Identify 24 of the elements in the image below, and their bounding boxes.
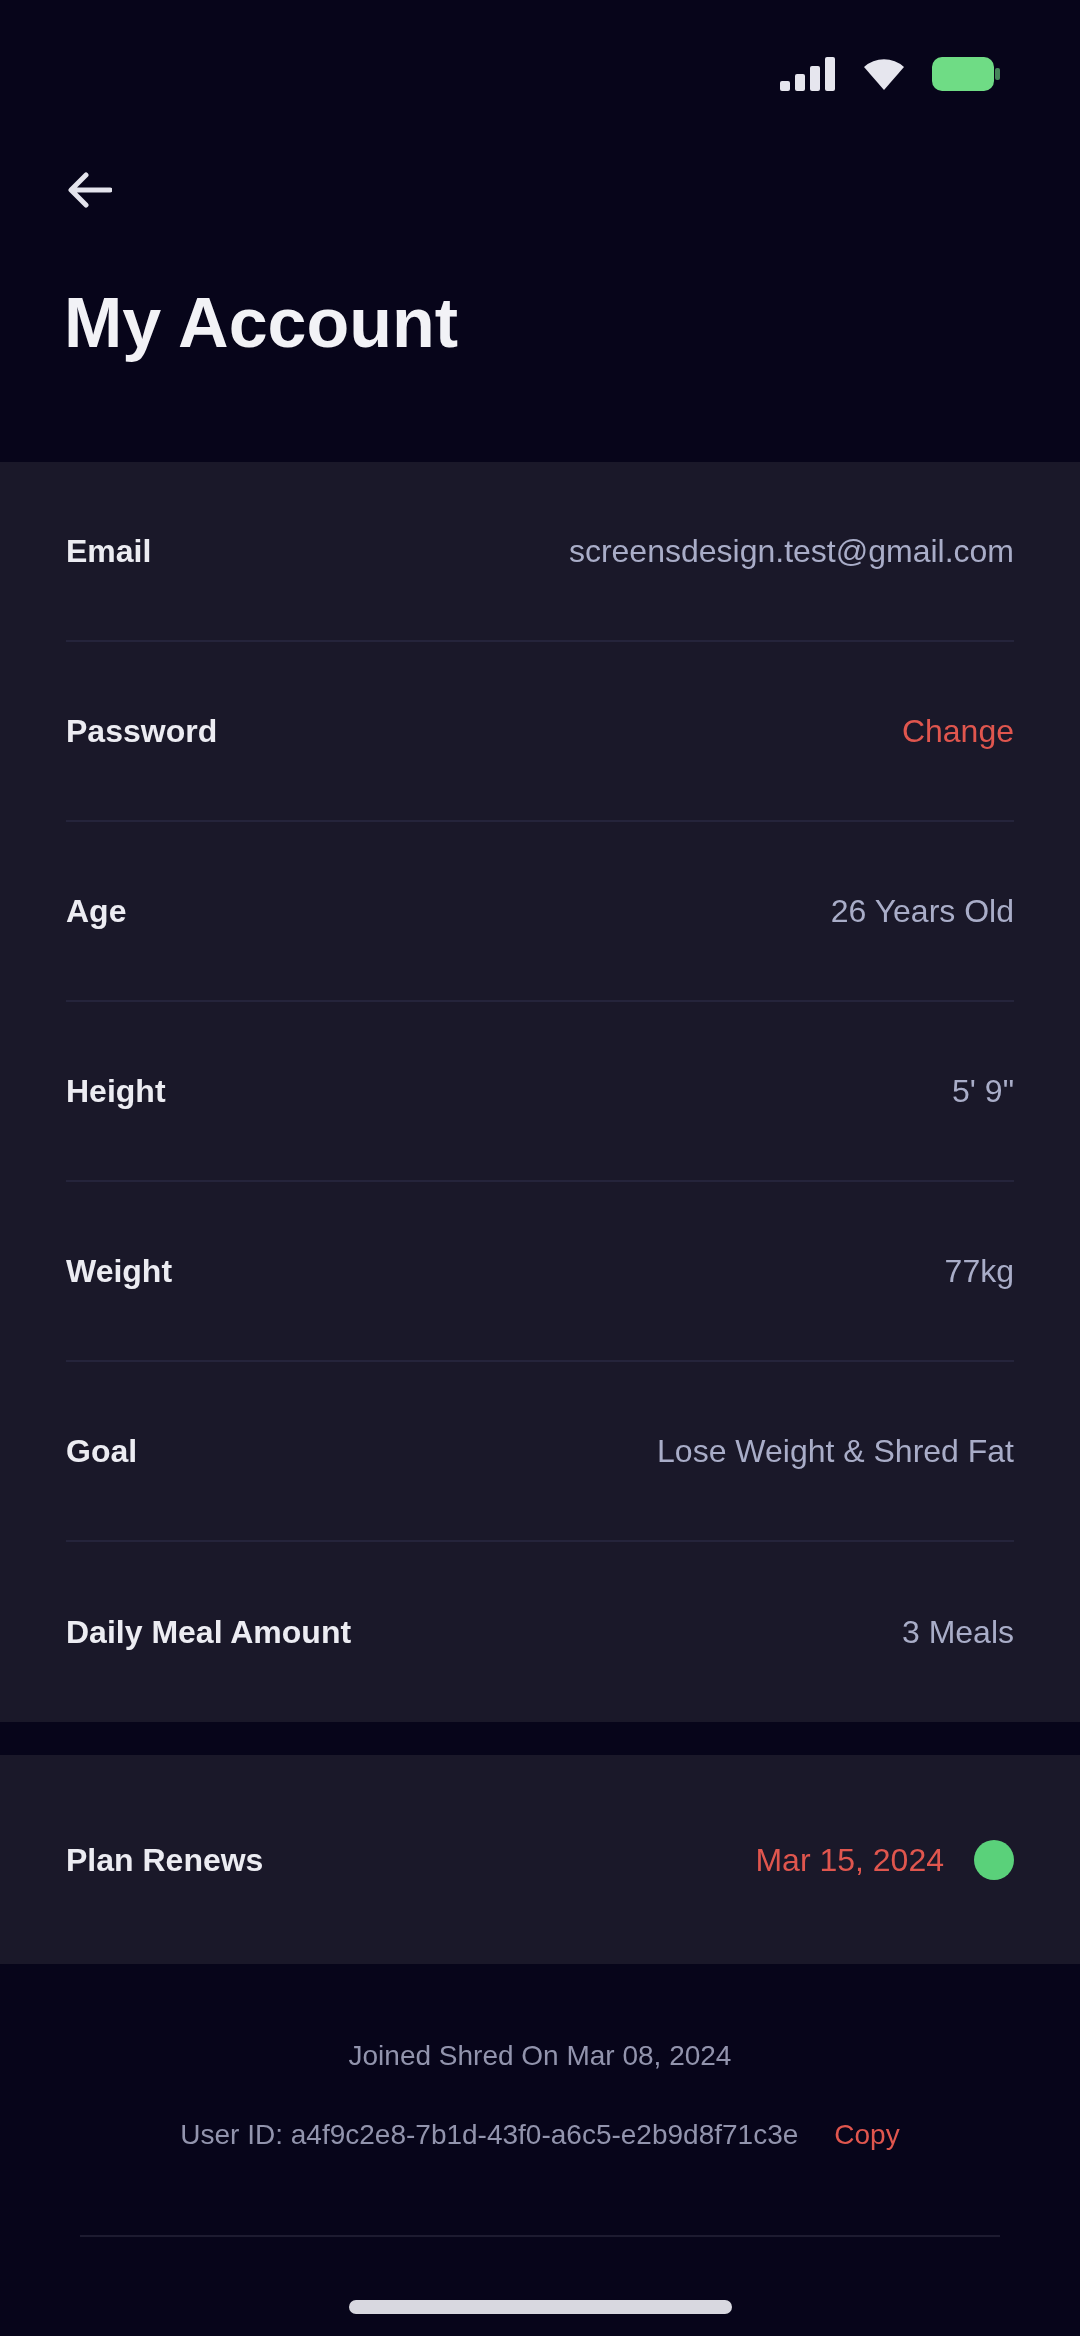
field-value: 77kg (944, 1252, 1014, 1291)
plan-label: Plan Renews (66, 1840, 264, 1880)
field-value: Lose Weight & Shred Fat (657, 1432, 1014, 1471)
field-value: 26 Years Old (830, 892, 1014, 931)
field-label: Password (66, 712, 218, 751)
field-label: Email (66, 532, 152, 571)
user-id-text: User ID: a4f9c2e8-7b1d-43f0-a6c5-e2b9d8f71c3e (180, 2118, 799, 2152)
field-label: Weight (66, 1252, 173, 1291)
back-arrow-icon (66, 170, 112, 210)
field-value: 5' 9" (952, 1072, 1014, 1111)
back-button[interactable] (66, 170, 112, 210)
wifi-icon (864, 58, 904, 90)
copy-link[interactable]: Copy (834, 2117, 900, 2153)
signal-icon (780, 57, 836, 91)
page-title: My Account (64, 283, 460, 364)
field-label: Goal (66, 1432, 138, 1471)
field-value: screensdesign.test@gmail.com (568, 532, 1014, 571)
joined-date-text: Joined Shred On Mar 08, 2024 (347, 2039, 733, 2073)
renewal-date: Mar 15, 2024 (755, 1840, 944, 1880)
field-value: 3 Meals (901, 1613, 1014, 1652)
field-label: Age (66, 892, 127, 931)
field-label: Daily Meal Amount (66, 1613, 352, 1652)
field-label: Height (66, 1072, 166, 1111)
change-link[interactable]: Change (901, 707, 1014, 755)
